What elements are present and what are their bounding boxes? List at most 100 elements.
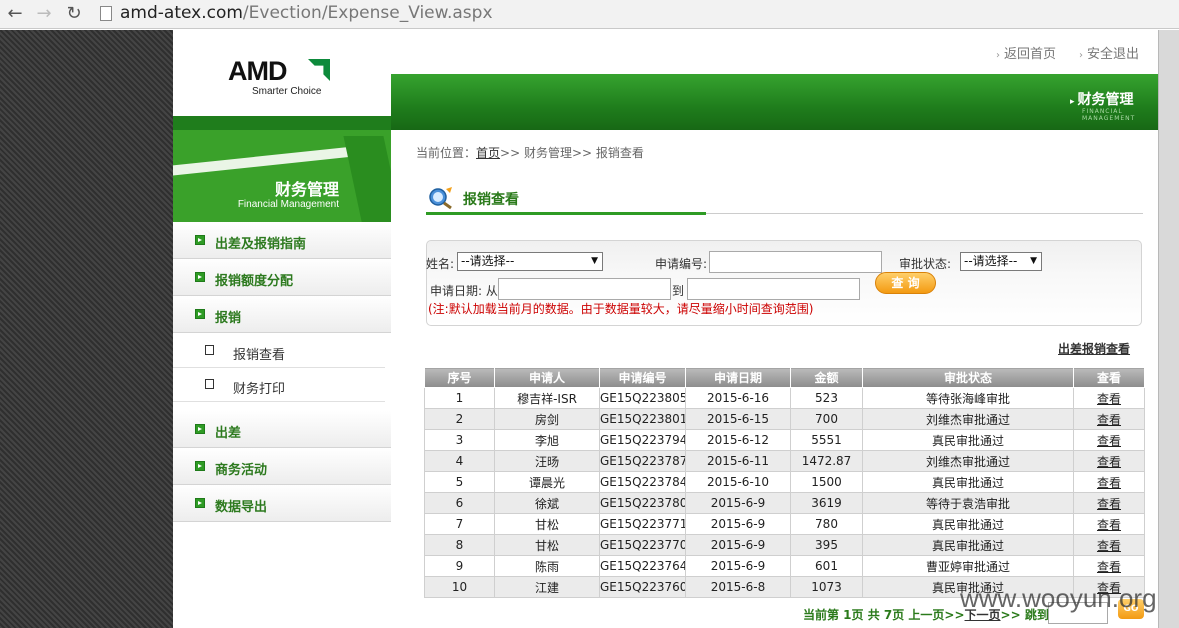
cell-applicant: 江建: [494, 576, 600, 598]
cell-view[interactable]: 查看: [1073, 450, 1145, 472]
cell-view[interactable]: 查看: [1073, 471, 1145, 493]
decor-stripe: [343, 136, 391, 222]
cell-view[interactable]: 查看: [1073, 429, 1145, 451]
table-row: 7 甘松 GE15Q223771 2015-6-9 780 真民审批通过 查看: [424, 513, 1145, 535]
code-input[interactable]: [709, 251, 882, 273]
cell-index: 5: [424, 471, 495, 493]
cell-status: 真民审批通过: [862, 513, 1074, 535]
cell-view[interactable]: 查看: [1073, 387, 1145, 409]
col-header-view: 查看: [1073, 367, 1145, 388]
dropdown-caret-icon: ▼: [591, 256, 598, 266]
status-label: 审批状态:: [899, 257, 952, 271]
home-link-label: 返回首页: [1004, 47, 1057, 62]
col-header-applicant: 申请人: [494, 367, 600, 388]
breadcrumb-rest: >> 财务管理>> 报销查看: [500, 146, 644, 160]
back-arrow-icon[interactable]: ←: [4, 3, 26, 25]
cell-code: GE15Q223764: [599, 555, 686, 577]
sidebar-item-business[interactable]: 商务活动: [173, 448, 391, 485]
name-select[interactable]: --请选择-- ▼: [457, 252, 603, 271]
cell-applicant: 汪旸: [494, 450, 600, 472]
cell-index: 8: [424, 534, 495, 556]
arrow-box-icon: [195, 424, 205, 434]
sidebar-item-quota[interactable]: 报销额度分配: [173, 259, 391, 296]
cell-date: 2015-6-9: [685, 513, 791, 535]
status-select[interactable]: --请选择-- ▼: [960, 252, 1042, 271]
sidebar-item-label: 商务活动: [215, 463, 268, 478]
cell-view[interactable]: 查看: [1073, 534, 1145, 556]
sidebar-item-label: 出差: [215, 426, 242, 441]
sidebar-item-export[interactable]: 数据导出: [173, 485, 391, 522]
cell-index: 9: [424, 555, 495, 577]
cell-index: 4: [424, 450, 495, 472]
search-note: (注:默认加载当前月的数据。由于数据量较大，请尽量缩小时间查询范围): [428, 302, 814, 316]
cell-index: 6: [424, 492, 495, 514]
cell-applicant: 徐斌: [494, 492, 600, 514]
date-to-label: 到: [672, 284, 685, 298]
table-row: 9 陈雨 GE15Q223764 2015-6-9 601 曹亚婷审批通过 查看: [424, 555, 1145, 577]
cell-index: 3: [424, 429, 495, 451]
cell-view[interactable]: 查看: [1073, 555, 1145, 577]
cell-view[interactable]: 查看: [1073, 492, 1145, 514]
header-subtitle-line1: FINANCIAL: [1082, 108, 1123, 115]
decor-stripe: [173, 145, 363, 177]
cell-status: 刘维杰审批通过: [862, 408, 1074, 430]
cell-status: 等待于袁浩审批: [862, 492, 1074, 514]
breadcrumb-home-link[interactable]: 首页: [476, 146, 500, 160]
bullet-icon: ›: [1079, 50, 1083, 61]
cell-date: 2015-6-9: [685, 492, 791, 514]
cell-code: GE15Q223760: [599, 576, 686, 598]
arrow-icon: ▸: [1070, 97, 1075, 107]
sidebar-item-trip[interactable]: 出差: [173, 411, 391, 448]
forward-arrow-icon[interactable]: →: [33, 3, 55, 25]
cell-date: 2015-6-11: [685, 450, 791, 472]
logo-area[interactable]: AMD Smarter Choice: [173, 30, 391, 116]
logout-link[interactable]: › 安全退出: [1079, 43, 1139, 62]
cell-date: 2015-6-10: [685, 471, 791, 493]
sidebar-subitem-label: 财务打印: [233, 382, 286, 397]
cell-applicant: 甘松: [494, 513, 600, 535]
cell-view[interactable]: 查看: [1073, 513, 1145, 535]
reload-icon[interactable]: ↻: [63, 3, 85, 25]
cell-status: 等待张海峰审批: [862, 387, 1074, 409]
cell-code: GE15Q223794: [599, 429, 686, 451]
arrow-box-icon: [195, 498, 205, 508]
cell-status: 刘维杰审批通过: [862, 450, 1074, 472]
query-button[interactable]: 查 询: [875, 272, 936, 294]
sidebar-title: 财务管理: [274, 180, 339, 199]
cell-date: 2015-6-9: [685, 555, 791, 577]
amd-arrow-icon: [308, 59, 330, 81]
cell-amount: 700: [790, 408, 863, 430]
date-from-input[interactable]: [498, 278, 671, 300]
sidebar-item-label: 出差及报销指南: [215, 237, 307, 252]
cell-date: 2015-6-15: [685, 408, 791, 430]
cell-applicant: 甘松: [494, 534, 600, 556]
home-link[interactable]: › 返回首页: [996, 43, 1056, 62]
expense-table: 序号 申请人 申请编号 申请日期 金额 审批状态 查看 1 穆吉祥-ISR GE15…: [424, 367, 1145, 598]
address-bar[interactable]: amd-atex.com/Evection/Expense_View.aspx: [120, 3, 493, 23]
header-title: ▸ 财务管理: [1070, 89, 1134, 109]
cell-date: 2015-6-9: [685, 534, 791, 556]
cell-amount: 1472.87: [790, 450, 863, 472]
code-label: 申请编号:: [655, 257, 708, 271]
table-header-row: 序号 申请人 申请编号 申请日期 金额 审批状态 查看: [424, 367, 1145, 388]
trip-expense-view-link[interactable]: 出差报销查看: [1058, 340, 1130, 357]
table-row: 2 房剑 GE15Q223801 2015-6-15 700 刘维杰审批通过 查看: [424, 408, 1145, 430]
sidebar-subitem-label: 报销查看: [233, 348, 286, 363]
sidebar-subitem-expense-view[interactable]: 报销查看: [173, 334, 385, 368]
magnifier-globe-icon: [429, 187, 452, 210]
cell-view[interactable]: 查看: [1073, 408, 1145, 430]
header-title-text: 财务管理: [1077, 92, 1134, 108]
arrow-box-icon: [195, 272, 205, 282]
arrow-box-icon: [195, 309, 205, 319]
cell-date: 2015-6-16: [685, 387, 791, 409]
sidebar-subitem-finance-print[interactable]: 财务打印: [173, 368, 385, 402]
page-title: 报销查看: [463, 192, 519, 208]
status-select-value: --请选择--: [964, 254, 1018, 268]
sidebar-item-label: 数据导出: [215, 500, 268, 515]
col-header-date: 申请日期: [685, 367, 791, 388]
sidebar-item-guide[interactable]: 出差及报销指南: [173, 222, 391, 259]
sidebar-item-expense[interactable]: 报销: [173, 296, 391, 333]
date-to-input[interactable]: [687, 278, 860, 300]
table-row: 4 汪旸 GE15Q223787 2015-6-11 1472.87 刘维杰审批通过 查看: [424, 450, 1145, 472]
sidebar-item-label: 报销额度分配: [215, 274, 294, 289]
